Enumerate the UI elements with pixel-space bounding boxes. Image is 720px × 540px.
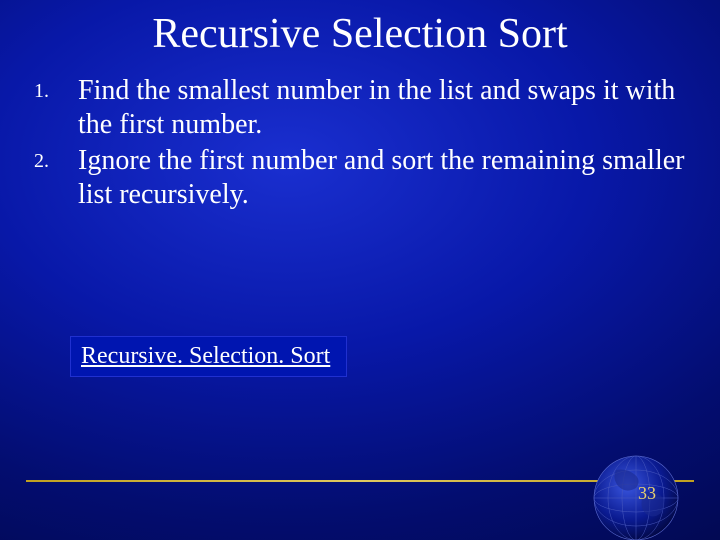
list-number: 1. [34, 74, 78, 108]
list-item: 1. Find the smallest number in the list … [34, 74, 686, 142]
globe-icon [576, 420, 696, 540]
link-box[interactable]: Recursive. Selection. Sort [70, 336, 347, 377]
link-label: Recursive. Selection. Sort [81, 343, 330, 369]
list-item: 2. Ignore the first number and sort the … [34, 144, 686, 212]
list-number: 2. [34, 144, 78, 178]
slide-title: Recursive Selection Sort [0, 10, 720, 58]
page-number: 33 [638, 483, 656, 504]
list-text: Find the smallest number in the list and… [78, 74, 686, 142]
list-text: Ignore the first number and sort the rem… [78, 144, 686, 212]
slide: Recursive Selection Sort 1. Find the sma… [0, 0, 720, 540]
slide-body: 1. Find the smallest number in the list … [34, 74, 686, 214]
